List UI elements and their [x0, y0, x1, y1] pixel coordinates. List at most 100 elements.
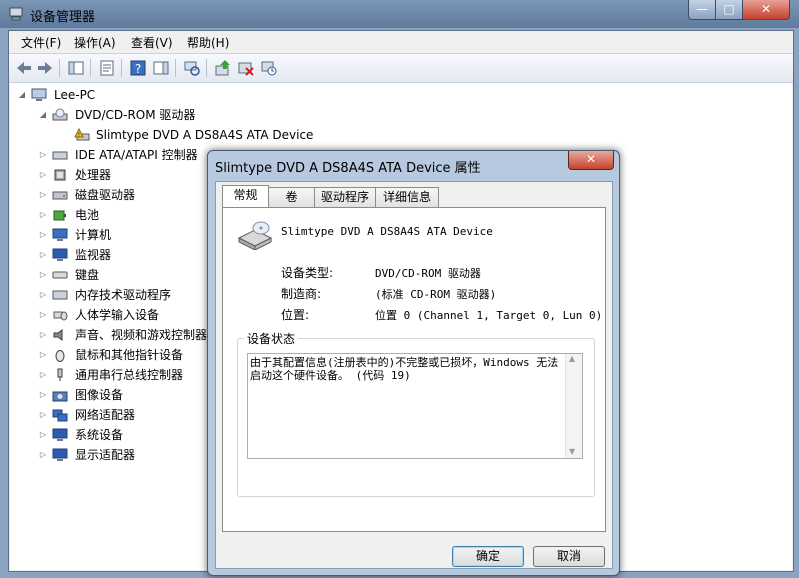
expand-arrow-icon[interactable]: ▷ — [39, 385, 47, 405]
expand-arrow-icon[interactable]: ▷ — [39, 365, 47, 385]
device-manager-icon — [9, 7, 23, 21]
collapse-arrow-icon[interactable]: ◢ — [39, 105, 47, 125]
menu-help[interactable]: 帮助(H) — [187, 34, 229, 51]
tab-general[interactable]: 常规 — [222, 185, 269, 207]
tree-item-label: Slimtype DVD A DS8A4S ATA Device — [96, 128, 314, 142]
tree-item-ide-ata[interactable]: ▷ IDE ATA/ATAPI 控制器 — [39, 145, 219, 165]
processor-icon — [54, 169, 66, 181]
expand-arrow-icon[interactable]: ▷ — [39, 205, 47, 225]
expand-arrow-icon[interactable]: ▷ — [39, 225, 47, 245]
expand-arrow-icon[interactable]: ▷ — [39, 145, 47, 165]
tree-item-label: 计算机 — [75, 228, 112, 242]
svg-text:?: ? — [135, 62, 141, 76]
cancel-button[interactable]: 取消 — [533, 546, 605, 567]
tree-item-label: IDE ATA/ATAPI 控制器 — [75, 148, 198, 162]
device-status-textbox[interactable]: 由于其配置信息(注册表中的)不完整或已损坏，Windows 无法启动这个硬件设备… — [247, 353, 583, 459]
menu-action[interactable]: 操作(A) — [74, 34, 116, 51]
back-icon[interactable] — [15, 59, 33, 77]
monitor-icon — [52, 248, 68, 261]
tree-item-label: 通用串行总线控制器 — [75, 368, 184, 382]
tab-details[interactable]: 详细信息 — [375, 187, 439, 207]
tree-item-disk[interactable]: ▷ 磁盘驱动器 — [39, 185, 219, 205]
warning-dvd-drive-icon: ! — [74, 128, 90, 141]
expand-arrow-icon[interactable]: ▷ — [39, 185, 47, 205]
camera-icon — [52, 391, 68, 402]
tree-item-keyboard[interactable]: ▷ 键盘 — [39, 265, 219, 285]
disable-icon[interactable] — [260, 59, 278, 77]
tree-item-usb[interactable]: ▷ 通用串行总线控制器 — [39, 365, 219, 385]
menu-view[interactable]: 查看(V) — [131, 34, 173, 51]
tree-root[interactable]: ◢ Lee-PC — [18, 85, 218, 105]
tree-item-label: 鼠标和其他指针设备 — [75, 348, 184, 362]
help-icon[interactable]: ? — [129, 59, 147, 77]
toolbar: ? — [9, 53, 793, 83]
dvd-drive-icon — [52, 108, 68, 121]
update-driver-icon[interactable] — [214, 59, 232, 77]
expand-arrow-icon[interactable]: ▷ — [39, 285, 47, 305]
tree-item-hid[interactable]: ▷ 人体学输入设备 — [39, 305, 219, 325]
system-device-icon — [52, 428, 68, 441]
expand-arrow-icon[interactable]: ▷ — [39, 265, 47, 285]
display-adapter-icon — [52, 448, 68, 461]
expand-arrow-icon[interactable]: ▷ — [39, 345, 47, 365]
computer-icon — [52, 228, 68, 241]
expand-arrow-icon[interactable]: ▷ — [39, 425, 47, 445]
properties-icon[interactable] — [98, 59, 116, 77]
dialog-title: Slimtype DVD A DS8A4S ATA Device 属性 — [215, 161, 481, 176]
minimize-button[interactable]: — — [688, 0, 716, 20]
expand-arrow-icon[interactable]: ▷ — [39, 165, 47, 185]
collapse-arrow-icon[interactable]: ◢ — [18, 85, 26, 105]
tree-item-monitor[interactable]: ▷ 监视器 — [39, 245, 219, 265]
svg-text:!: ! — [78, 132, 80, 139]
tree-item-label: 人体学输入设备 — [75, 308, 160, 322]
tree-item-sound[interactable]: ▷ 声音、视频和游戏控制器 — [39, 325, 229, 345]
computer-icon — [31, 88, 47, 101]
tree-item-label: 内存技术驱动程序 — [75, 288, 172, 302]
tab-volume[interactable]: 卷 — [268, 187, 315, 207]
expand-arrow-icon[interactable]: ▷ — [39, 305, 47, 325]
tree-item-label: 系统设备 — [75, 428, 124, 442]
tree-item-label: 磁盘驱动器 — [75, 188, 136, 202]
scroll-up-arrow-icon[interactable]: ▲ — [569, 354, 575, 363]
device-status-group: 设备状态 由于其配置信息(注册表中的)不完整或已损坏，Windows 无法启动这… — [237, 330, 595, 497]
tree-item-dvd-cdrom[interactable]: ◢ DVD/CD-ROM 驱动器 — [39, 105, 239, 125]
expand-arrow-icon[interactable]: ▷ — [39, 325, 47, 345]
tree-item-imaging[interactable]: ▷ 图像设备 — [39, 385, 219, 405]
menu-file[interactable]: 文件(F) — [21, 34, 61, 51]
dialog-close-button[interactable]: ✕ — [568, 151, 614, 170]
tree-item-mouse[interactable]: ▷ 鼠标和其他指针设备 — [39, 345, 219, 365]
ide-controller-icon — [52, 151, 68, 160]
general-tab-panel: Slimtype DVD A DS8A4S ATA Device 设备类型: D… — [222, 207, 606, 532]
tree-item-label: 图像设备 — [75, 388, 124, 402]
ok-button[interactable]: 确定 — [452, 546, 524, 567]
forward-icon[interactable] — [36, 59, 54, 77]
uninstall-icon[interactable] — [237, 59, 255, 77]
expand-arrow-icon[interactable]: ▷ — [39, 445, 47, 465]
tree-item-system[interactable]: ▷ 系统设备 — [39, 425, 219, 445]
show-hide-console-tree-icon[interactable] — [67, 59, 85, 77]
tree-item-label: 声音、视频和游戏控制器 — [75, 328, 208, 342]
speaker-icon — [53, 329, 63, 341]
tab-driver[interactable]: 驱动程序 — [314, 187, 376, 207]
action-pane-icon[interactable] — [152, 59, 170, 77]
device-type-value: DVD/CD-ROM 驱动器 — [375, 267, 481, 280]
tree-root-label: Lee-PC — [54, 88, 96, 102]
tree-item-label: 显示适配器 — [75, 448, 136, 462]
device-type-label: 设备类型: — [281, 266, 334, 280]
scan-hardware-icon[interactable] — [183, 59, 201, 77]
tree-item-battery[interactable]: ▷ 电池 — [39, 205, 219, 225]
tree-item-computer[interactable]: ▷ 计算机 — [39, 225, 219, 245]
expand-arrow-icon[interactable]: ▷ — [39, 405, 47, 425]
close-button[interactable]: ✕ — [742, 0, 790, 20]
expand-arrow-icon[interactable]: ▷ — [39, 245, 47, 265]
tree-item-dvd-device[interactable]: ! Slimtype DVD A DS8A4S ATA Device — [66, 125, 326, 145]
main-title-bar[interactable]: 设备管理器 — □ ✕ — [0, 0, 799, 28]
status-scrollbar[interactable]: ▲ ▼ — [565, 354, 582, 458]
tree-item-network[interactable]: ▷ 网络适配器 — [39, 405, 219, 425]
battery-icon — [53, 210, 66, 221]
scroll-down-arrow-icon[interactable]: ▼ — [569, 447, 575, 456]
tree-item-processor[interactable]: ▷ 处理器 — [39, 165, 219, 185]
maximize-button[interactable]: □ — [715, 0, 743, 20]
tree-item-display[interactable]: ▷ 显示适配器 — [39, 445, 219, 465]
tree-item-memory-tech[interactable]: ▷ 内存技术驱动程序 — [39, 285, 219, 305]
